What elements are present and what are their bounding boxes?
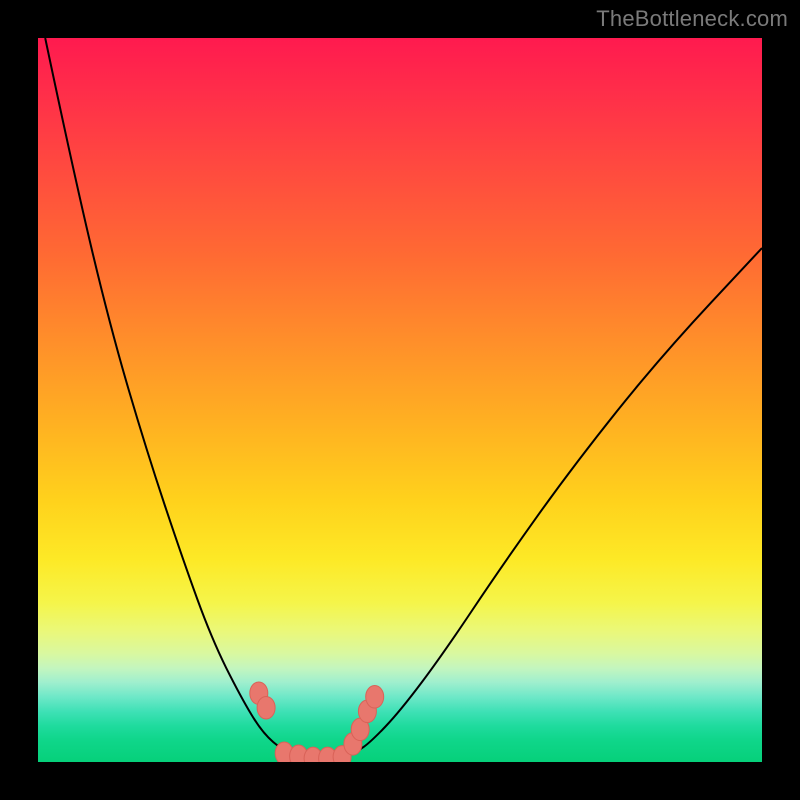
plot-area [38, 38, 762, 762]
bottleneck-curve [45, 38, 762, 760]
curve-svg [38, 38, 762, 762]
chart-frame: TheBottleneck.com [0, 0, 800, 800]
data-marker [257, 696, 275, 719]
marker-group [250, 682, 384, 762]
watermark-text: TheBottleneck.com [596, 6, 788, 32]
data-marker [366, 686, 384, 709]
